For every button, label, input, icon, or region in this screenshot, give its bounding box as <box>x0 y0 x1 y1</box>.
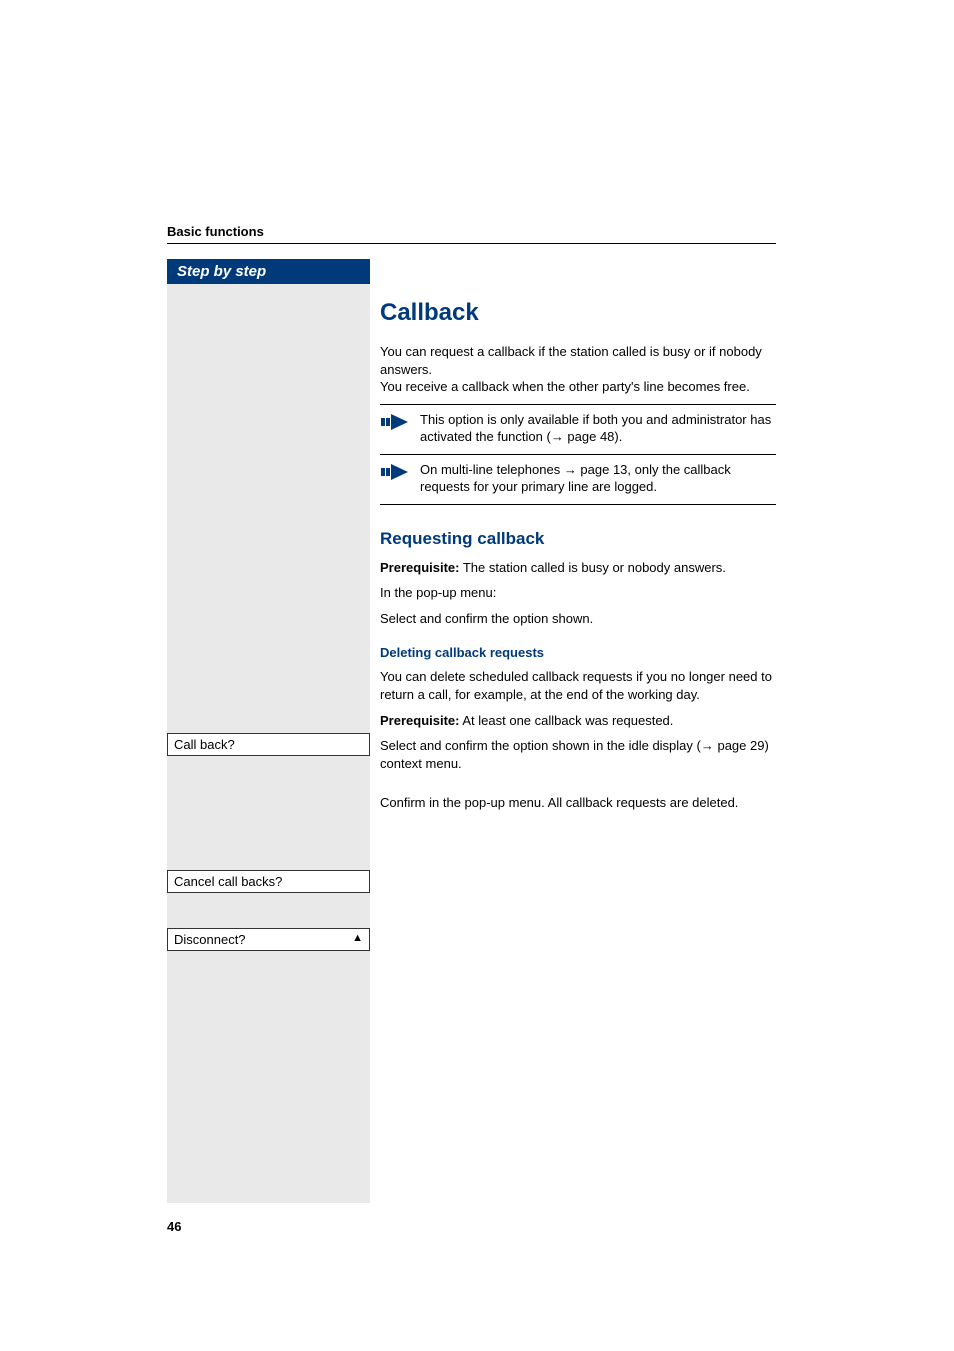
popup-menu-line: In the pop-up menu: <box>380 584 776 602</box>
note-2-text: On multi-line telephones → page 13, only… <box>420 461 776 496</box>
prerequisite-label-1: Prerequisite: <box>380 560 459 575</box>
page-number: 46 <box>167 1219 181 1234</box>
display-disconnect: Disconnect? ▲ <box>167 928 370 951</box>
step-by-step-header: Step by step <box>167 259 370 284</box>
prerequisite-2-text: At least one callback was requested. <box>459 713 673 728</box>
step-by-step-column: Step by step <box>167 259 370 1203</box>
note-arrow-icon <box>380 461 410 483</box>
intro-text-2: You receive a callback when the other pa… <box>380 379 750 394</box>
delete-paragraph: You can delete scheduled callback reques… <box>380 668 776 703</box>
note-block-1: This option is only available if both yo… <box>380 411 776 446</box>
note-rule-2 <box>380 504 776 505</box>
display-call-back: Call back? <box>167 733 370 756</box>
content-column: Callback You can request a callback if t… <box>380 259 776 820</box>
display-cancel-call-backs: Cancel call backs? <box>167 870 370 893</box>
display-cancel-text: Cancel call backs? <box>174 874 282 889</box>
chapter-title: Basic functions <box>167 224 776 239</box>
display-disconnect-text: Disconnect? <box>174 932 246 947</box>
note-1-part2: ). <box>614 429 622 444</box>
select-idle-part1: Select and confirm the option shown in t… <box>380 738 701 753</box>
note-arrow-icon <box>380 411 410 433</box>
note-2-ref: → page 13 <box>564 462 628 477</box>
intro-text-1: You can request a callback if the statio… <box>380 344 762 377</box>
confirm-popup-line: Confirm in the pop-up menu. All callback… <box>380 794 776 812</box>
note-rule-1a <box>380 404 776 405</box>
display-call-back-text: Call back? <box>174 737 235 752</box>
heading-deleting-callback-requests: Deleting callback requests <box>380 645 776 660</box>
select-idle-ref: → page 29 <box>701 738 765 753</box>
note-rule-1b <box>380 454 776 455</box>
page: Basic functions Step by step Call back? … <box>0 0 954 1351</box>
prerequisite-2: Prerequisite: At least one callback was … <box>380 712 776 730</box>
prerequisite-1: Prerequisite: The station called is busy… <box>380 559 776 577</box>
heading-requesting-callback: Requesting callback <box>380 529 776 549</box>
prerequisite-1-text: The station called is busy or nobody ans… <box>459 560 725 575</box>
note-1-ref: → page 48 <box>551 429 615 444</box>
note-1-text: This option is only available if both yo… <box>420 411 776 446</box>
select-idle-display-line: Select and confirm the option shown in t… <box>380 737 776 772</box>
note-block-2: On multi-line telephones → page 13, only… <box>380 461 776 496</box>
intro-paragraph: You can request a callback if the statio… <box>380 343 776 396</box>
heading-callback: Callback <box>380 299 776 327</box>
select-confirm-line: Select and confirm the option shown. <box>380 610 776 628</box>
header-rule <box>167 243 776 244</box>
up-arrow-icon: ▲ <box>352 932 363 944</box>
page-header: Basic functions <box>167 224 776 252</box>
prerequisite-label-2: Prerequisite: <box>380 713 459 728</box>
note-2-part1: On multi-line telephones <box>420 462 564 477</box>
